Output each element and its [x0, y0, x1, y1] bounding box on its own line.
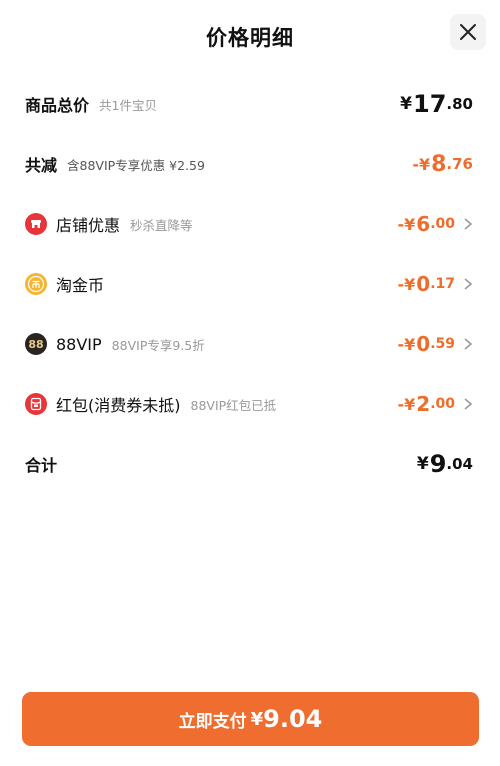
red-packet-icon — [25, 393, 47, 415]
row-shop-discount[interactable]: 店铺优惠 秒杀直降等 -¥ 6 .00 — [0, 204, 500, 244]
close-button[interactable] — [450, 14, 486, 50]
coin-icon — [25, 273, 47, 295]
red-packet-prefix: -¥ — [397, 394, 416, 414]
total-currency: ¥ — [400, 94, 413, 114]
vip-price: -¥ 0 .59 — [397, 324, 473, 364]
pay-button-label: 立即支付 — [178, 711, 247, 732]
reduce-price: -¥ 8 .76 — [412, 144, 473, 184]
coin-label: 淘金币 — [56, 276, 105, 295]
shop-dec: .00 — [430, 216, 455, 232]
coin-dec: .17 — [430, 276, 455, 292]
sum-label: 合计 — [25, 456, 58, 475]
total-label: 商品总价 — [25, 96, 90, 115]
red-packet-dec: .00 — [430, 396, 455, 412]
shop-label: 店铺优惠 — [56, 216, 121, 235]
vip-icon-text: 88 — [28, 337, 44, 351]
red-packet-int: 2 — [416, 392, 431, 416]
row-total: 商品总价 共1件宝贝 ¥ 17 .80 — [0, 84, 500, 124]
shop-int: 6 — [416, 212, 431, 236]
reduce-dec: .76 — [446, 155, 473, 173]
total-price: ¥ 17 .80 — [400, 84, 473, 124]
vip-icon: 88 — [25, 333, 47, 355]
red-packet-price: -¥ 2 .00 — [397, 384, 473, 424]
vip-dec: .59 — [430, 336, 455, 352]
pay-button-currency: ¥ — [250, 708, 264, 730]
row-coin[interactable]: 淘金币 -¥ 0 .17 — [0, 264, 500, 304]
total-hint: 共1件宝贝 — [99, 97, 157, 113]
row-sum: 合计 ¥ 9 .04 — [0, 444, 500, 484]
shop-hint: 秒杀直降等 — [130, 217, 193, 233]
chevron-right-icon — [464, 218, 473, 230]
red-packet-label: 红包(消费券未抵) — [56, 396, 181, 415]
coin-price: -¥ 0 .17 — [397, 264, 473, 304]
reduce-hint: 含88VIP专享优惠 ¥2.59 — [67, 157, 205, 173]
vip-prefix: -¥ — [397, 334, 416, 354]
chevron-right-icon — [464, 338, 473, 350]
coin-int: 0 — [416, 272, 431, 296]
close-icon — [460, 24, 476, 40]
sum-price: ¥ 9 .04 — [417, 444, 473, 484]
sum-dec: .04 — [446, 455, 473, 473]
pay-button-amount: 9.04 — [263, 705, 323, 733]
shop-price: -¥ 6 .00 — [397, 204, 473, 244]
vip-label: 88VIP — [56, 334, 102, 354]
row-88vip[interactable]: 88 88VIP 88VIP专享9.5折 -¥ 0 .59 — [0, 324, 500, 364]
pay-now-button[interactable]: 立即支付 ¥ 9.04 — [22, 692, 479, 746]
page-title: 价格明细 — [206, 26, 294, 50]
sum-currency: ¥ — [416, 454, 429, 474]
total-int: 17 — [413, 90, 447, 118]
row-reduce: 共减 含88VIP专享优惠 ¥2.59 -¥ 8 .76 — [0, 144, 500, 184]
header: 价格明细 — [0, 0, 500, 75]
reduce-int: 8 — [431, 151, 447, 177]
vip-int: 0 — [416, 332, 431, 356]
vip-hint: 88VIP专享9.5折 — [111, 337, 205, 353]
total-dec: .80 — [446, 95, 473, 113]
red-packet-hint: 88VIP红包已抵 — [190, 397, 277, 413]
chevron-right-icon — [464, 278, 473, 290]
reduce-label: 共减 — [25, 156, 58, 175]
shop-icon — [25, 213, 47, 235]
chevron-right-icon — [464, 398, 473, 410]
shop-prefix: -¥ — [397, 214, 416, 234]
sum-int: 9 — [429, 450, 447, 478]
row-red-packet[interactable]: 红包(消费券未抵) 88VIP红包已抵 -¥ 2 .00 — [0, 384, 500, 424]
reduce-prefix: -¥ — [412, 154, 431, 174]
coin-prefix: -¥ — [397, 274, 416, 294]
